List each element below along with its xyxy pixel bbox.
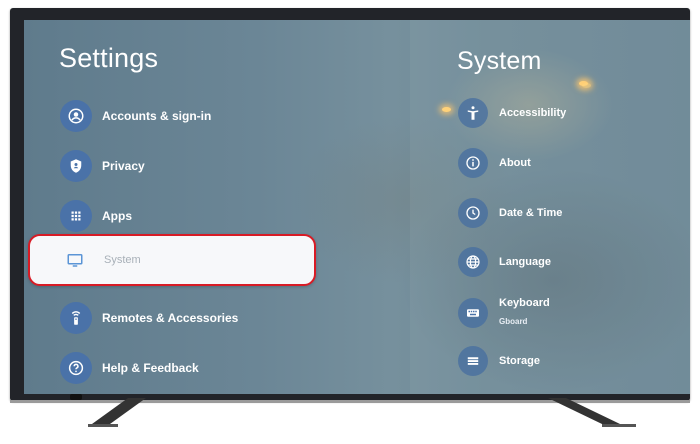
keyboard-label: Keyboard bbox=[499, 297, 550, 309]
account-icon bbox=[60, 100, 92, 132]
menu-item-label: Help & Feedback bbox=[102, 361, 199, 375]
system-item-label: About bbox=[499, 156, 531, 169]
menu-item-system-selected[interactable]: System bbox=[28, 234, 316, 286]
menu-item-label: System bbox=[104, 254, 141, 266]
system-item-label: Keyboard Gboard bbox=[499, 296, 550, 329]
system-item-date-time[interactable]: Date & Time bbox=[458, 198, 562, 228]
system-item-language[interactable]: Language bbox=[458, 247, 551, 277]
menu-item-accounts[interactable]: Accounts & sign-in bbox=[60, 98, 320, 134]
system-item-label: Date & Time bbox=[499, 206, 563, 219]
tv-icon bbox=[64, 249, 86, 271]
system-item-label: Language bbox=[499, 255, 551, 268]
system-title: System bbox=[457, 47, 542, 75]
system-item-keyboard[interactable]: Keyboard Gboard bbox=[458, 296, 550, 329]
system-item-about[interactable]: About bbox=[458, 148, 531, 178]
menu-item-label: Privacy bbox=[102, 159, 145, 173]
remote-icon bbox=[60, 302, 92, 334]
accessibility-icon bbox=[458, 98, 488, 128]
light-bulb-decoration bbox=[442, 107, 451, 112]
tv-power-button bbox=[70, 394, 82, 400]
info-icon bbox=[458, 148, 488, 178]
apps-grid-icon bbox=[60, 200, 92, 232]
storage-icon bbox=[458, 346, 488, 376]
menu-item-remotes[interactable]: Remotes & Accessories bbox=[60, 300, 320, 336]
menu-item-help[interactable]: Help & Feedback bbox=[60, 350, 320, 386]
help-icon bbox=[60, 352, 92, 384]
menu-item-label: Remotes & Accessories bbox=[102, 311, 239, 325]
menu-item-apps[interactable]: Apps bbox=[60, 198, 320, 234]
system-item-label: Storage bbox=[499, 354, 540, 367]
tv-stand-right bbox=[548, 398, 636, 427]
keyboard-sublabel: Gboard bbox=[499, 317, 528, 326]
menu-item-label: Apps bbox=[102, 209, 132, 223]
menu-item-label: Accounts & sign-in bbox=[102, 109, 212, 123]
menu-item-privacy[interactable]: Privacy bbox=[60, 148, 320, 184]
keyboard-icon bbox=[458, 297, 488, 328]
light-bulb-decoration bbox=[582, 83, 591, 88]
settings-title: Settings bbox=[59, 43, 159, 73]
system-item-label: Accessibility bbox=[499, 106, 567, 119]
globe-icon bbox=[458, 247, 488, 277]
system-item-storage[interactable]: Storage bbox=[458, 346, 540, 376]
system-item-accessibility[interactable]: Accessibility bbox=[458, 98, 566, 128]
tv-stand-left bbox=[88, 398, 146, 427]
clock-icon bbox=[458, 198, 488, 228]
shield-icon bbox=[60, 150, 92, 182]
